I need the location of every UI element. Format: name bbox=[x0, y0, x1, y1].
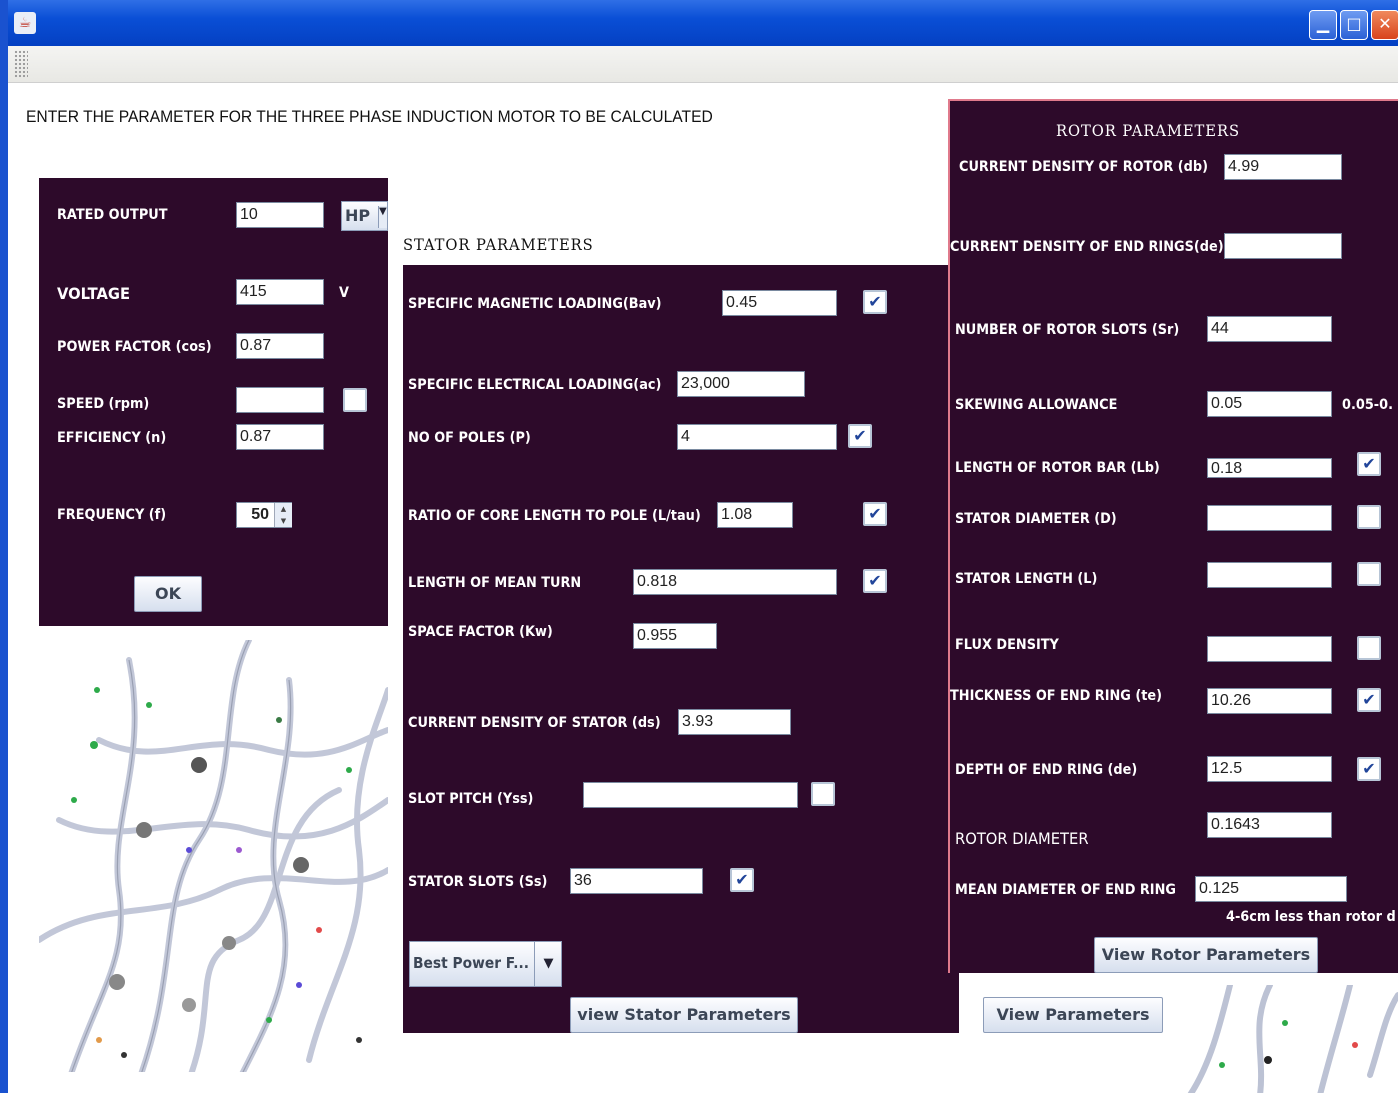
power-factor-field[interactable]: 0.87 bbox=[236, 333, 324, 359]
mean-diameter-label: MEAN DIAMETER OF END RING bbox=[955, 882, 1176, 898]
l-checkbox[interactable] bbox=[1357, 562, 1381, 586]
flux-field[interactable] bbox=[1207, 636, 1332, 662]
mean-turn-field[interactable]: 0.818 bbox=[633, 569, 837, 595]
yss-field[interactable] bbox=[583, 782, 798, 808]
page-heading: ENTER THE PARAMETER FOR THE THREE PHASE … bbox=[26, 107, 713, 126]
window-left-border bbox=[0, 0, 8, 1093]
view-stator-parameters-button[interactable]: view Stator Parameters bbox=[570, 997, 798, 1033]
te-field[interactable]: 10.26 bbox=[1207, 688, 1332, 714]
d-label: STATOR DIAMETER (D) bbox=[955, 511, 1117, 527]
stator-section-title: STATOR PARAMETERS bbox=[403, 235, 594, 254]
de-rings-field[interactable] bbox=[1224, 233, 1342, 259]
unit-select[interactable]: HP ▼ bbox=[341, 201, 388, 231]
view-rotor-parameters-button[interactable]: View Rotor Parameters bbox=[1094, 937, 1318, 973]
mean-diameter-hint: 4-6cm less than rotor d bbox=[1226, 909, 1396, 925]
lb-field[interactable]: 0.18 bbox=[1207, 458, 1332, 478]
bav-label: SPECIFIC MAGNETIC LOADING(Bav) bbox=[408, 296, 662, 312]
yss-label: SLOT PITCH (Yss) bbox=[408, 791, 534, 807]
frequency-label: FREQUENCY (f) bbox=[57, 507, 167, 523]
ss-label: STATOR SLOTS (Ss) bbox=[408, 874, 548, 890]
flux-label: FLUX DENSITY bbox=[955, 637, 1059, 653]
ds-label: CURRENT DENSITY OF STATOR (ds) bbox=[408, 715, 661, 731]
poles-field[interactable]: 4 bbox=[677, 424, 837, 450]
chevron-down-icon: ▼ bbox=[378, 206, 387, 228]
ratio-checkbox[interactable]: ✔ bbox=[863, 502, 887, 526]
skew-label: SKEWING ALLOWANCE bbox=[955, 397, 1118, 413]
power-factor-combo[interactable]: Best Power F... ▼ bbox=[409, 941, 562, 987]
ratio-label: RATIO OF CORE LENGTH TO POLE (L/tau) bbox=[408, 508, 701, 524]
java-cup-icon[interactable]: ☕ bbox=[14, 12, 36, 34]
d-checkbox[interactable] bbox=[1357, 505, 1381, 529]
yss-checkbox[interactable] bbox=[811, 782, 835, 806]
mean-turn-label: LENGTH OF MEAN TURN bbox=[408, 575, 582, 591]
combo-selected-value: Best Power F... bbox=[413, 954, 529, 972]
unit-select-value: HP bbox=[345, 206, 371, 225]
speed-label: SPEED (rpm) bbox=[57, 396, 150, 412]
flux-checkbox[interactable] bbox=[1357, 636, 1381, 660]
bav-checkbox[interactable]: ✔ bbox=[863, 290, 887, 314]
ss-checkbox[interactable]: ✔ bbox=[730, 868, 754, 892]
close-icon[interactable]: ✕ bbox=[1371, 10, 1398, 40]
voltage-field[interactable]: 415 bbox=[236, 279, 324, 305]
db-field[interactable]: 4.99 bbox=[1224, 154, 1342, 180]
mean-turn-checkbox[interactable]: ✔ bbox=[863, 569, 887, 593]
art-dot bbox=[191, 757, 207, 773]
kw-label: SPACE FACTOR (Kw) bbox=[408, 624, 553, 640]
speed-field[interactable] bbox=[236, 387, 324, 413]
de-rings-label: CURRENT DENSITY OF END RINGS(de) bbox=[950, 239, 1224, 255]
efficiency-field[interactable]: 0.87 bbox=[236, 424, 324, 450]
d-field[interactable] bbox=[1207, 505, 1332, 531]
depth-checkbox[interactable]: ✔ bbox=[1357, 757, 1381, 781]
rotor-section-title: ROTOR PARAMETERS bbox=[1056, 121, 1240, 140]
chevron-down-icon: ▼ bbox=[534, 942, 562, 986]
rotor-diameter-label: ROTOR DIAMETER bbox=[955, 829, 1089, 848]
bav-field[interactable]: 0.45 bbox=[722, 290, 837, 316]
skew-field[interactable]: 0.05 bbox=[1207, 391, 1332, 417]
ac-label: SPECIFIC ELECTRICAL LOADING(ac) bbox=[408, 377, 662, 393]
poles-checkbox[interactable]: ✔ bbox=[848, 424, 872, 448]
background-art-right bbox=[1187, 985, 1398, 1093]
te-checkbox[interactable]: ✔ bbox=[1357, 688, 1381, 712]
db-label: CURRENT DENSITY OF ROTOR (db) bbox=[959, 159, 1208, 175]
lb-checkbox[interactable]: ✔ bbox=[1357, 452, 1381, 476]
maximize-icon[interactable]: □ bbox=[1340, 10, 1368, 40]
speed-checkbox[interactable] bbox=[343, 388, 367, 412]
sr-label: NUMBER OF ROTOR SLOTS (Sr) bbox=[955, 322, 1180, 338]
l-label: STATOR LENGTH (L) bbox=[955, 571, 1098, 587]
sr-field[interactable]: 44 bbox=[1207, 316, 1332, 342]
toolbar-grip-icon[interactable] bbox=[14, 50, 28, 78]
ratio-field[interactable]: 1.08 bbox=[717, 502, 793, 528]
background-art-left bbox=[39, 640, 388, 1072]
kw-field[interactable]: 0.955 bbox=[633, 623, 717, 649]
minimize-icon[interactable]: ▁ bbox=[1309, 10, 1337, 40]
poles-label: NO OF POLES (P) bbox=[408, 430, 531, 446]
rated-output-label: RATED OUTPUT bbox=[57, 207, 168, 223]
rated-output-field[interactable]: 10 bbox=[236, 202, 324, 228]
ss-field[interactable]: 36 bbox=[570, 868, 703, 894]
ac-field[interactable]: 23,000 bbox=[677, 371, 805, 397]
ds-field[interactable]: 3.93 bbox=[678, 709, 791, 735]
efficiency-label: EFFICIENCY (n) bbox=[57, 430, 167, 446]
power-factor-label: POWER FACTOR (cos) bbox=[57, 339, 212, 355]
depth-label: DEPTH OF END RING (de) bbox=[955, 762, 1138, 778]
voltage-unit: V bbox=[339, 285, 349, 301]
title-bar[interactable] bbox=[8, 0, 1398, 46]
spinner-arrows-icon[interactable]: ▲ ▼ bbox=[274, 503, 292, 527]
skew-hint: 0.05-0. bbox=[1342, 397, 1393, 413]
view-parameters-button[interactable]: View Parameters bbox=[983, 997, 1163, 1033]
toolbar bbox=[8, 46, 1398, 83]
l-field[interactable] bbox=[1207, 562, 1332, 588]
rotor-diameter-field[interactable]: 0.1643 bbox=[1207, 812, 1332, 838]
depth-field[interactable]: 12.5 bbox=[1207, 756, 1332, 782]
te-label: THICKNESS OF END RING (te) bbox=[950, 688, 1163, 704]
lb-label: LENGTH OF ROTOR BAR (Lb) bbox=[955, 460, 1160, 476]
mean-diameter-field[interactable]: 0.125 bbox=[1195, 876, 1347, 902]
voltage-label: VOLTAGE bbox=[57, 284, 131, 303]
ok-button[interactable]: OK bbox=[134, 576, 202, 612]
